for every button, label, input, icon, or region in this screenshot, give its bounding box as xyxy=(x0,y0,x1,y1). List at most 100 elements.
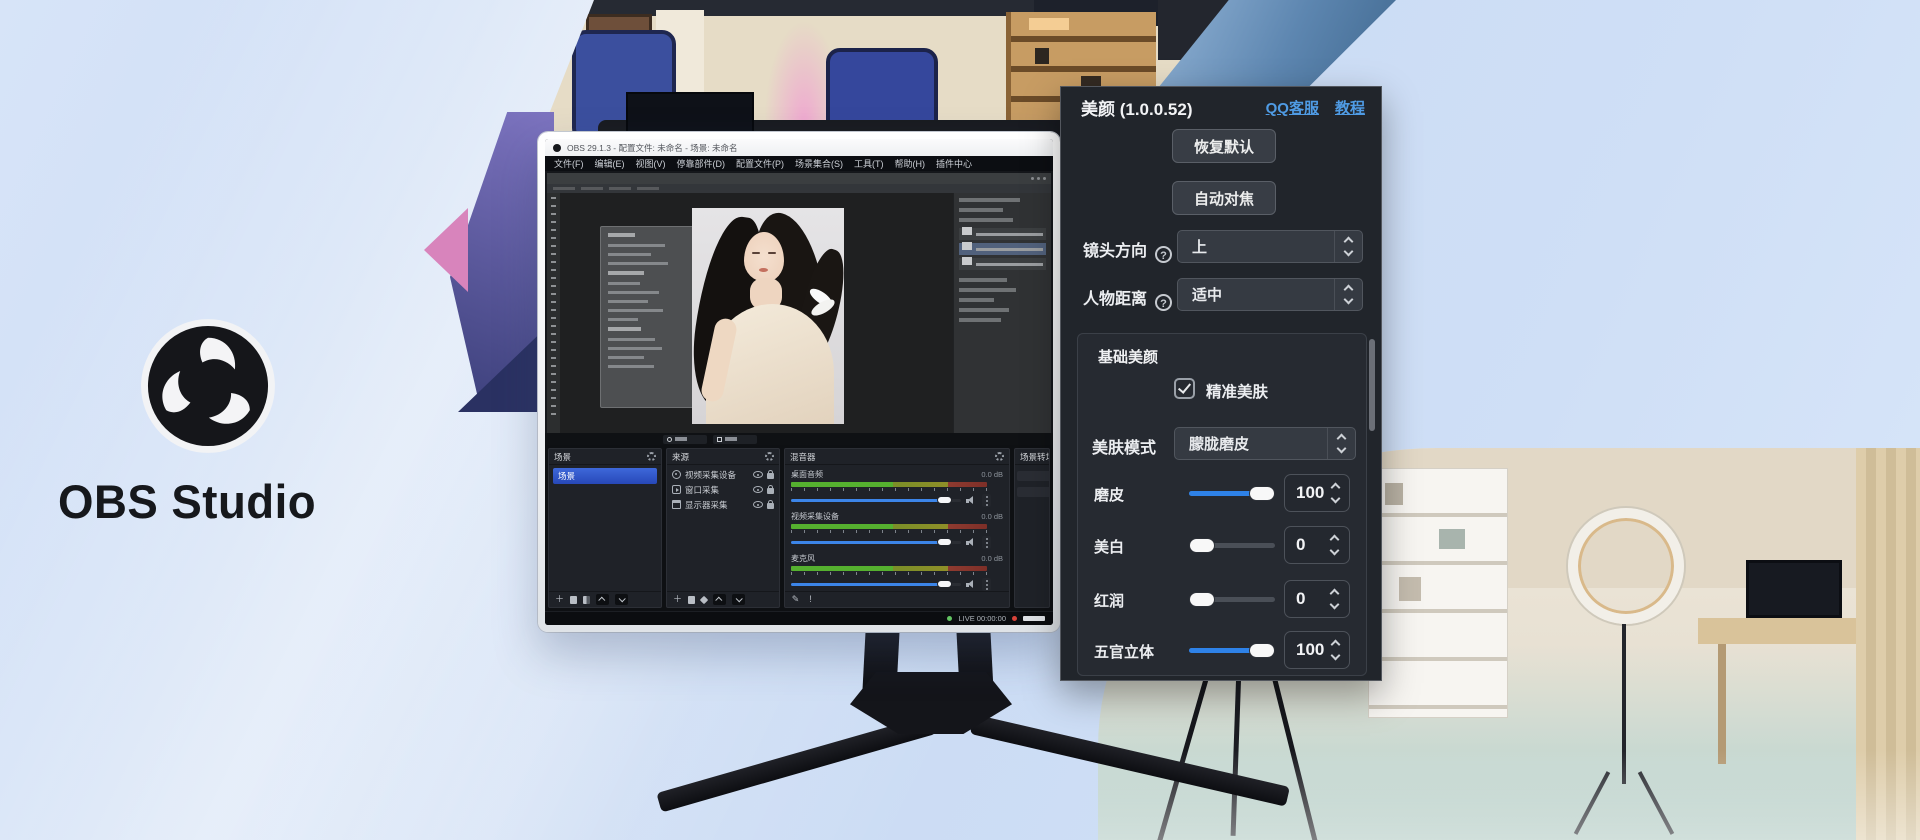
menu-tools[interactable]: 工具(T) xyxy=(854,157,884,170)
source-label: 显示器采集 xyxy=(685,499,749,511)
smoothing-slider[interactable] xyxy=(1189,491,1275,496)
meter-ticks xyxy=(791,572,987,575)
smoothing-value[interactable]: 100 xyxy=(1284,474,1350,512)
properties-icon[interactable] xyxy=(700,595,708,603)
whitening-value[interactable]: 0 xyxy=(1284,526,1350,564)
camera-source-icon xyxy=(672,470,681,479)
obs-preview-area[interactable] xyxy=(545,171,1053,433)
value-spinner[interactable] xyxy=(1324,484,1350,502)
tutorial-link[interactable]: 教程 xyxy=(1335,97,1365,118)
add-icon[interactable]: ＋ xyxy=(555,595,564,604)
audio-meter xyxy=(791,482,987,487)
value-spinner[interactable] xyxy=(1324,641,1350,659)
menu-plugin-center[interactable]: 插件中心 xyxy=(936,157,972,170)
slider-handle[interactable] xyxy=(1189,538,1215,553)
person-distance-select[interactable]: 适中 xyxy=(1177,278,1363,311)
channel-menu-button[interactable] xyxy=(982,578,991,591)
channel-db: 0.0 dB xyxy=(981,470,1003,479)
lock-icon[interactable] xyxy=(767,473,774,479)
volume-handle[interactable] xyxy=(937,538,952,546)
move-up-button[interactable] xyxy=(596,594,609,605)
help-icon[interactable]: ? xyxy=(1155,294,1172,311)
menu-view[interactable]: 视图(V) xyxy=(636,157,666,170)
gear-icon[interactable] xyxy=(995,452,1004,461)
ps-toolbar-strip xyxy=(547,193,560,433)
skin-mode-select[interactable]: 朦胧磨皮 xyxy=(1174,427,1356,460)
rosy-value[interactable]: 0 xyxy=(1284,580,1350,618)
menu-edit[interactable]: 编辑(E) xyxy=(595,157,625,170)
whitening-slider[interactable] xyxy=(1189,543,1275,548)
value-spinner[interactable] xyxy=(1323,590,1349,608)
gear-icon[interactable] xyxy=(765,452,774,461)
value-spinner[interactable] xyxy=(1323,536,1349,554)
visibility-eye-icon[interactable] xyxy=(753,501,763,508)
preview-indicator-button[interactable] xyxy=(663,435,707,444)
transition-stub[interactable] xyxy=(1017,471,1049,481)
gear-icon[interactable] xyxy=(647,452,656,461)
smoothing-label: 磨皮 xyxy=(1094,484,1124,505)
marketing-canvas: OBS Studio OBS 29.1.3 - 配置文件: 未命名 - 场景: … xyxy=(0,0,1920,840)
source-row[interactable]: 窗口采集 xyxy=(669,482,777,497)
program-indicator-button[interactable] xyxy=(713,435,757,444)
source-row[interactable]: 显示器采集 xyxy=(669,497,777,512)
speaker-icon[interactable] xyxy=(966,496,977,505)
precise-skin-checkbox[interactable] xyxy=(1174,378,1195,399)
move-down-button[interactable] xyxy=(615,594,628,605)
visibility-eye-icon[interactable] xyxy=(753,486,763,493)
move-down-button[interactable] xyxy=(732,594,745,605)
volume-handle[interactable] xyxy=(937,580,952,588)
channel-menu-button[interactable] xyxy=(982,536,991,549)
autofocus-button[interactable]: 自动对焦 xyxy=(1172,181,1276,215)
scene-item-selected[interactable]: 场景 xyxy=(553,468,657,484)
speaker-icon[interactable] xyxy=(966,538,977,547)
alert-icon[interactable]: ! xyxy=(806,595,815,604)
restore-defaults-button[interactable]: 恢复默认 xyxy=(1172,129,1276,163)
add-icon[interactable]: ＋ xyxy=(673,595,682,604)
source-row[interactable]: 视频采集设备 xyxy=(669,467,777,482)
help-icon[interactable]: ? xyxy=(1155,246,1172,263)
volume-handle[interactable] xyxy=(937,496,952,504)
menu-profile[interactable]: 配置文件(P) xyxy=(736,157,784,170)
facial-depth-value[interactable]: 100 xyxy=(1284,631,1350,669)
transitions-header: 场景转场 xyxy=(1015,449,1049,465)
lock-icon[interactable] xyxy=(767,503,774,509)
beauty-panel-title: 美颜 (1.0.0.52) xyxy=(1081,95,1250,120)
select-spinner[interactable] xyxy=(1334,231,1362,262)
ps-body xyxy=(547,193,1051,433)
lock-icon[interactable] xyxy=(767,488,774,494)
volume-slider[interactable] xyxy=(791,499,961,502)
move-up-button[interactable] xyxy=(713,594,726,605)
slider-handle[interactable] xyxy=(1249,643,1275,658)
select-spinner[interactable] xyxy=(1334,279,1362,310)
select-spinner[interactable] xyxy=(1327,428,1355,459)
remove-icon[interactable] xyxy=(570,596,577,604)
photo-shelf-item xyxy=(1385,483,1403,505)
visibility-eye-icon[interactable] xyxy=(753,471,763,478)
slider-handle[interactable] xyxy=(1249,486,1275,501)
obs-app-icon xyxy=(553,144,561,152)
channel-menu-button[interactable] xyxy=(982,494,991,507)
filters-icon[interactable] xyxy=(583,596,590,604)
menu-docks[interactable]: 停靠部件(D) xyxy=(677,157,726,170)
edit-icon[interactable]: ✎ xyxy=(791,595,800,604)
photo-ring-light xyxy=(1568,508,1684,624)
portrait-eye xyxy=(768,252,776,254)
volume-slider[interactable] xyxy=(791,541,961,544)
menu-scene-collection[interactable]: 场景集合(S) xyxy=(795,157,843,170)
volume-slider[interactable] xyxy=(791,583,961,586)
meter-ticks xyxy=(791,530,987,533)
stream-health-icon xyxy=(947,616,952,621)
camera-direction-select[interactable]: 上 xyxy=(1177,230,1363,263)
menu-file[interactable]: 文件(F) xyxy=(554,157,584,170)
transition-stub[interactable] xyxy=(1017,487,1049,497)
speaker-icon[interactable] xyxy=(966,580,977,589)
slider-handle[interactable] xyxy=(1189,592,1215,607)
rosy-slider[interactable] xyxy=(1189,597,1275,602)
remove-icon[interactable] xyxy=(688,596,695,604)
qq-support-link[interactable]: QQ客服 xyxy=(1266,97,1319,118)
facial-depth-slider[interactable] xyxy=(1189,648,1275,653)
panel-scrollbar[interactable] xyxy=(1369,339,1375,431)
menu-help[interactable]: 帮助(H) xyxy=(895,157,926,170)
obs-studio-wordmark: OBS Studio xyxy=(58,474,316,529)
mixer-channel: 麦克风0.0 dB xyxy=(791,553,1003,591)
